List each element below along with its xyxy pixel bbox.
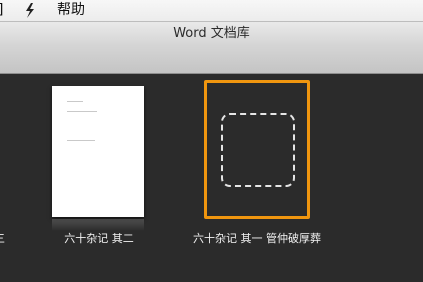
thumbnail-reflection bbox=[52, 219, 144, 231]
document-label[interactable]: 六十杂记 其一 管仲破厚葬 bbox=[191, 232, 323, 246]
document-thumbnail[interactable] bbox=[52, 86, 144, 217]
document-gallery: 三 六十杂记 其二 六十杂记 其一 管仲破厚葬 bbox=[0, 74, 423, 282]
thumbnail-text-line bbox=[67, 101, 83, 102]
app-screen: ] 帮助 Word 文档库 三 六十杂记 其二 六十杂记 其一 管仲破厚葬 bbox=[0, 0, 423, 282]
script-icon[interactable] bbox=[22, 2, 38, 19]
partial-document-label[interactable]: 三 bbox=[0, 232, 5, 246]
document-label[interactable]: 六十杂记 其二 bbox=[62, 232, 136, 246]
document-placeholder[interactable] bbox=[221, 113, 295, 187]
window-title: Word 文档库 bbox=[173, 26, 250, 41]
menu-bar: ] 帮助 bbox=[0, 0, 423, 22]
thumbnail-text-line bbox=[67, 140, 95, 141]
thumbnail-text-line bbox=[67, 111, 97, 112]
menu-item-partial[interactable]: ] bbox=[0, 2, 3, 19]
help-menu[interactable]: 帮助 bbox=[57, 2, 85, 19]
window-title-bar: Word 文档库 bbox=[0, 22, 423, 74]
